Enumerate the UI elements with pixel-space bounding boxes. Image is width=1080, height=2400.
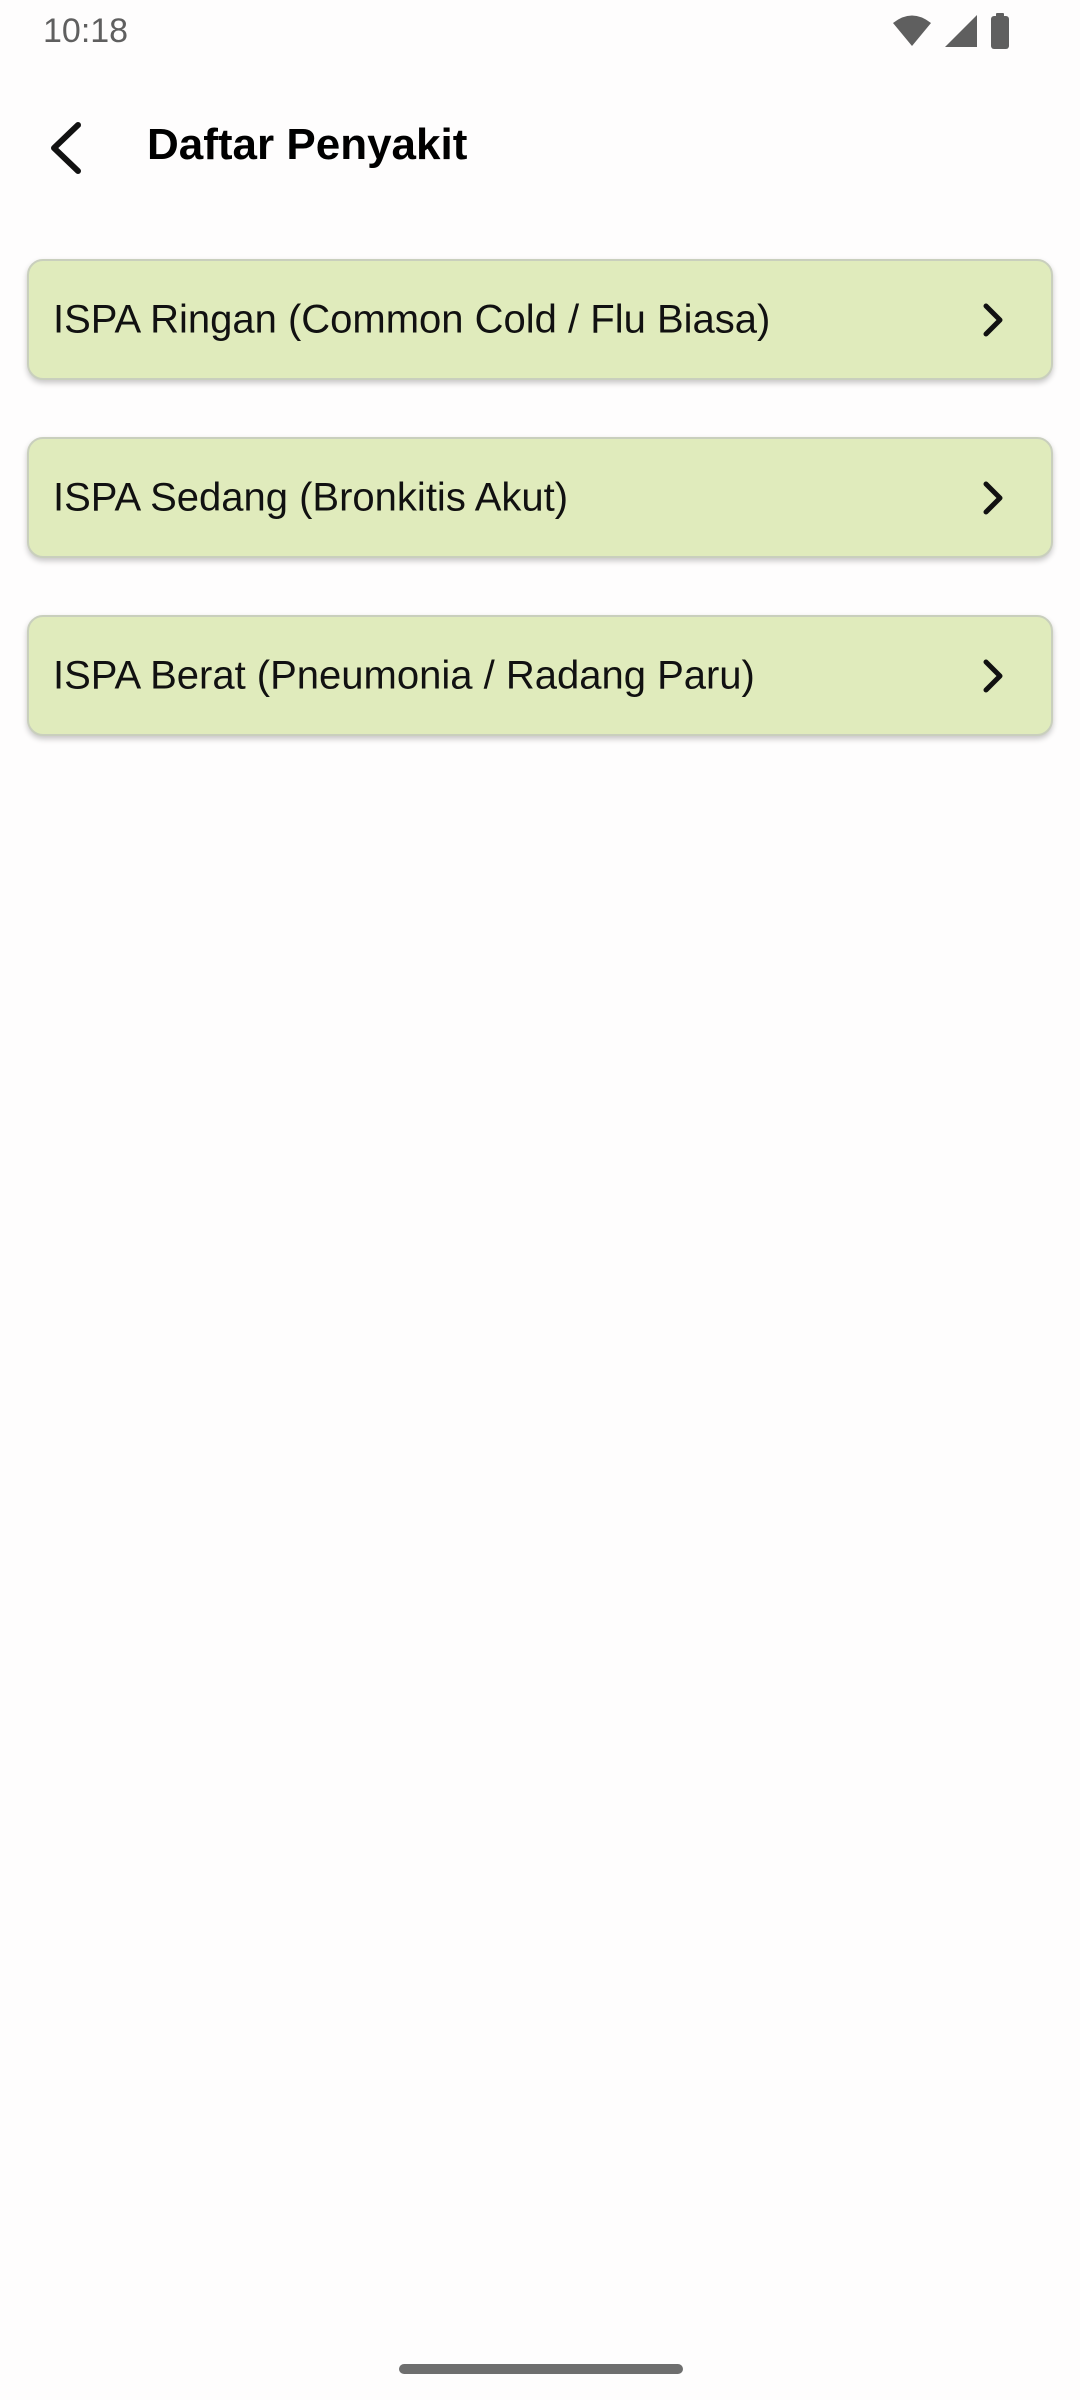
status-icons (892, 12, 1010, 50)
page-title: Daftar Penyakit (147, 120, 468, 169)
cellular-signal-icon (944, 14, 978, 48)
disease-item-label: ISPA Sedang (Bronkitis Akut) (53, 475, 569, 519)
disease-list: ISPA Ringan (Common Cold / Flu Biasa) IS… (27, 259, 1053, 793)
arrow-back-icon (46, 121, 86, 179)
disease-item-ispa-berat[interactable]: ISPA Berat (Pneumonia / Radang Paru) (27, 615, 1053, 736)
chevron-right-icon (975, 302, 1011, 338)
home-indicator[interactable] (399, 2364, 683, 2374)
battery-icon (990, 13, 1010, 49)
wifi-icon (892, 14, 932, 48)
back-button[interactable] (24, 108, 108, 192)
chevron-right-icon (975, 658, 1011, 694)
status-time: 10:18 (43, 12, 129, 50)
chevron-right-icon (975, 480, 1011, 516)
disease-item-ispa-sedang[interactable]: ISPA Sedang (Bronkitis Akut) (27, 437, 1053, 558)
status-bar: 10:18 (0, 0, 1080, 62)
disease-item-ispa-ringan[interactable]: ISPA Ringan (Common Cold / Flu Biasa) (27, 259, 1053, 380)
disease-item-label: ISPA Berat (Pneumonia / Radang Paru) (53, 653, 755, 697)
app-bar: Daftar Penyakit (0, 80, 1080, 216)
disease-item-label: ISPA Ringan (Common Cold / Flu Biasa) (53, 297, 771, 341)
